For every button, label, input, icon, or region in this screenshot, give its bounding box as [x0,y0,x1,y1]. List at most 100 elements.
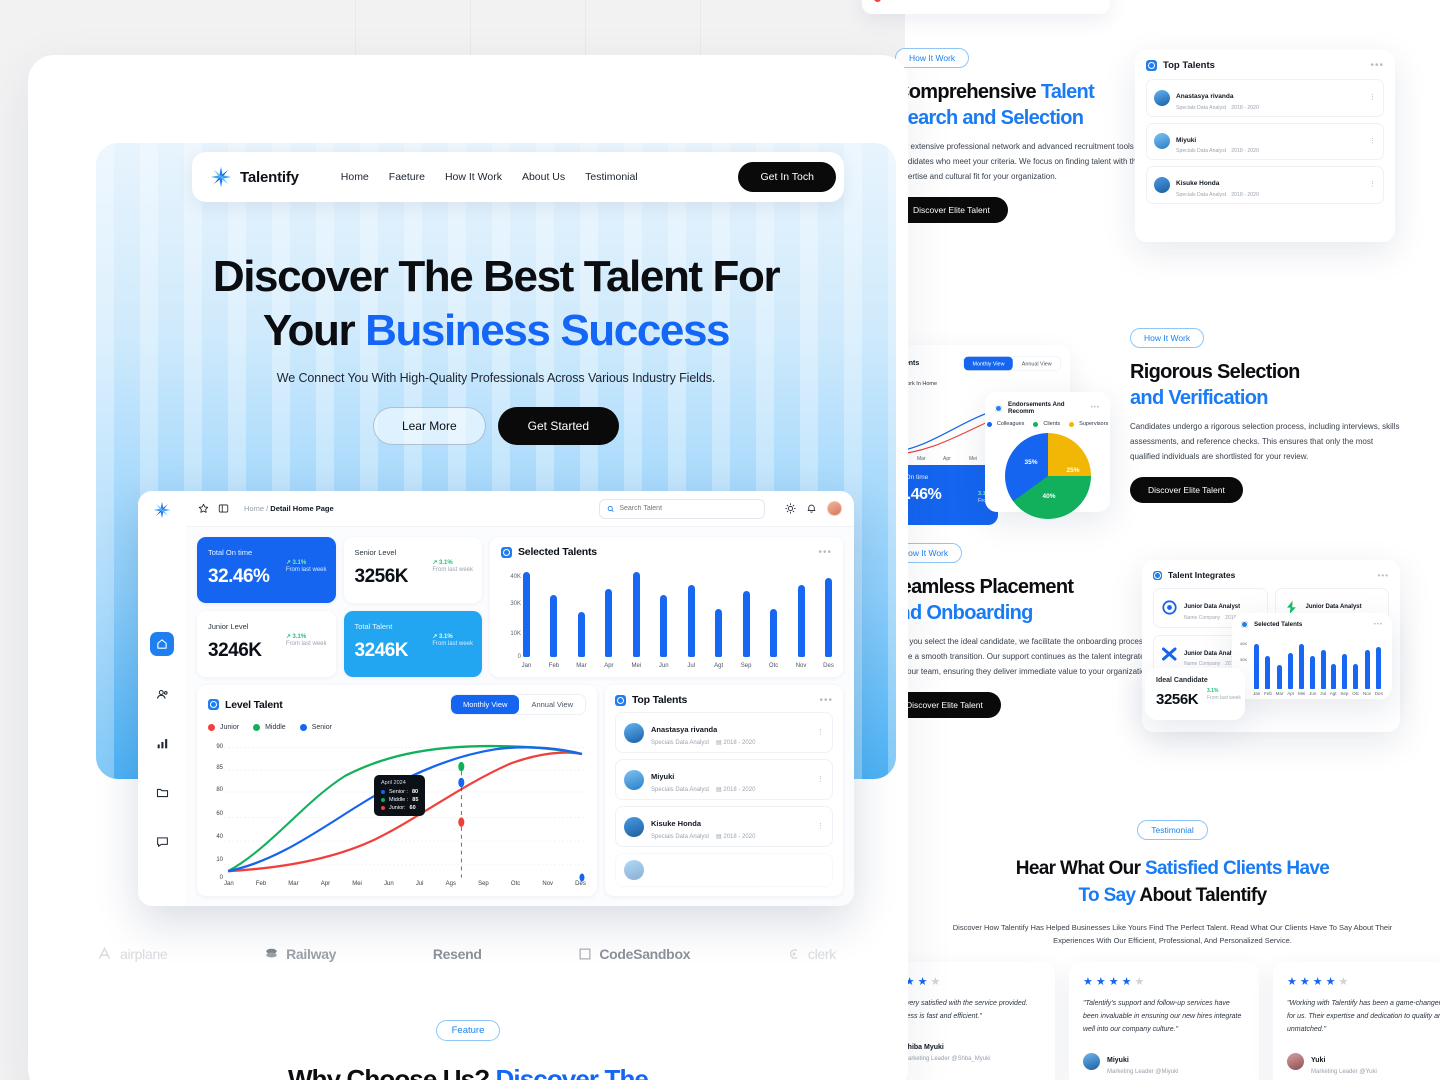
bar-plot-area: Jan Feb Mar Apr Mei Jun Jul Agt Sep Otc Nov Des [522,564,834,670]
talent-role: Specials Data Analyst [651,739,710,746]
nav-link-faeture[interactable]: Faeture [389,171,425,183]
lytick-60: 60 [216,811,223,818]
talent-row[interactable]: Kisuke Honda Specials Data Analyst 2018 -… [1146,166,1384,204]
star-icon[interactable] [198,503,209,514]
get-started-button[interactable]: Get Started [497,407,620,446]
row-menu-icon[interactable]: ⋮ [1369,138,1376,145]
user-avatar[interactable] [827,501,842,516]
search-input[interactable] [619,505,757,512]
mini-bar-plot: Jan Feb Mar Apr Mei Jun Jul Agt Sep Otc Nov Des [1241,634,1383,696]
section-seamless: How It Work Seamless Placement and Onboa… [888,543,1168,719]
author-role: Marketing Leader @Shba_Myuki [903,1055,991,1062]
logo-airplane: airplane [96,945,168,962]
bar-label: Mei [631,663,642,669]
selected-talents-more-icon[interactable]: ••• [818,547,832,558]
bar-column: Jul [687,564,695,669]
x-cluster-icon [1161,646,1178,663]
row-menu-icon[interactable]: ⋮ [817,729,824,736]
discover-elite-talent-button-2[interactable]: Discover Elite Talent [1130,477,1243,504]
sidebar-item-users[interactable] [151,683,173,705]
bar [605,588,613,657]
tooltip-row-middle: Middle :85 [381,797,418,803]
talent-role: Specials Data Analyst [651,786,710,793]
talent-row[interactable]: Miyuki Specials Data Analyst ▤ 2018 - 202… [615,759,833,800]
bar-column: Mar [576,564,587,669]
integrates-more-icon[interactable]: ••• [1378,571,1389,580]
row-menu-icon[interactable]: ⋮ [817,823,824,830]
theme-toggle-icon[interactable] [785,503,796,514]
sidebar-item-analytics[interactable] [151,732,173,754]
nav-link-about-us[interactable]: About Us [522,171,565,183]
sidebar-item-messages[interactable] [151,830,173,852]
notifications-icon[interactable] [806,503,817,514]
mini-bars-ytick-30k: 30K [1240,657,1248,662]
mini-bar-label: Apr [1287,691,1295,696]
testimonial-card: ★ ★ ★ ★ ★ "Talentify's support and follow-up… [1069,962,1259,1080]
hero-title: Discover The Best Talent For Your Busine… [96,250,896,357]
sidebar-item-home[interactable] [150,632,174,656]
testimonial-author: Yuki Marketing Leader @Yuki [1287,1049,1440,1075]
talent-meta: Specials Data Analyst ▤ 2018 - 2020 [651,739,756,747]
clerk-icon [789,948,798,959]
learn-more-button[interactable]: Lear More [372,407,486,446]
talent-row[interactable]: Kisuke Honda Specials Data Analyst ▤ 2018… [615,806,833,847]
bar-column: Agt [714,564,723,669]
mini-bar-column: Agt [1330,634,1337,696]
talent-row[interactable]: Anastasya rivanda Specials Data Analyst 2… [1146,79,1384,117]
talent-row[interactable] [615,853,833,887]
mini-bar-column: Jun [1309,634,1316,696]
annual-view-button[interactable]: Annual View [519,695,585,714]
brand-name: Talentify [240,168,299,186]
talent-row[interactable]: Anastasya rivanda Specials Data Analyst ▤… [615,712,833,753]
monthly-view-button[interactable]: Monthly View [450,695,520,714]
mini-bar-column: Jul [1320,634,1326,696]
search-box[interactable] [599,498,765,519]
mini-bar [1341,653,1347,689]
integrate-name: Junior Data Analyst [1184,604,1241,610]
bar [797,584,805,657]
logo-clerk: clerk [787,946,836,962]
talent-role: Specials Data Analyst [1176,191,1227,198]
brand[interactable]: Talentify [210,166,299,188]
discover-elite-talent-button-1[interactable]: Discover Elite Talent [895,197,1008,224]
talent-meta: Specials Data Analyst ▤ 2018 - 2020 [651,833,755,841]
mini-monthly-view[interactable]: Monthly View [963,356,1014,371]
get-in-touch-button[interactable]: Get In Toch [738,162,836,192]
selected-talents-chart: 40K 30K 10K 0 Jan Feb Mar Apr Mei Jun Jul Agt Se… [501,564,834,670]
row-menu-icon[interactable]: ⋮ [817,776,824,783]
bar [715,609,723,657]
nav-link-testimonial[interactable]: Testimonial [585,171,638,183]
sidebar-logo-icon [153,501,171,524]
lytick-80: 80 [216,786,223,793]
top-talents-title-1: Top Talents [1163,60,1215,71]
top-talents-more-icon[interactable]: ••• [819,695,833,706]
nav-link-how-it-work[interactable]: How It Work [445,171,502,183]
mini-annual-view[interactable]: Annual View [1013,357,1060,371]
testimonial-author: Miyuki Marketing Leader @Miyuki [1083,1049,1245,1075]
kpi-delta: ↗ 3.1% From last week [286,633,327,647]
talent-years-wrap: ▤ 2018 - 2020 [716,740,756,746]
testimonial-body: Discover How Talentify Has Helped Busine… [952,922,1393,946]
bar-column: Des [823,564,834,669]
pie-more-icon[interactable]: ••• [1091,405,1100,411]
sidebar-item-files[interactable] [151,781,173,803]
talent-role: Specials Data Analyst [1176,148,1227,154]
testimonial-heading: Hear What Our Satisfied Clients Have To … [905,856,1440,910]
row-menu-icon[interactable]: ⋮ [1369,94,1376,101]
mini-bars-more-icon[interactable]: ••• [1374,622,1383,628]
breadcrumb-root[interactable]: Home / [244,504,268,513]
legend-junior: Junior [208,724,239,731]
kpi-card-junior-level: Junior Level 3246K ↗ 3.1% From last week [197,611,336,677]
ideal-candidate-card: Ideal Candidate 3256K 3.1% From last wee… [1145,668,1245,720]
kpi-delta-note: From last week [432,567,473,573]
view-toggle[interactable]: Monthly View Annual View [449,694,586,715]
nav-link-home[interactable]: Home [341,171,369,183]
talent-row[interactable]: Miyuki Specials Data Analyst 2018 - 2020 … [1146,122,1384,160]
row-menu-icon[interactable]: ⋮ [1369,181,1376,188]
bar [632,572,640,657]
mini-view-toggle[interactable]: Monthly View Annual View [963,355,1061,372]
testimonial-heading-1: Hear What Our [1015,858,1145,879]
author-role: Marketing Leader @Miyuki [1107,1068,1179,1075]
more-options-icon-1[interactable]: ••• [1370,60,1384,71]
panel-toggle-icon[interactable] [218,503,229,514]
